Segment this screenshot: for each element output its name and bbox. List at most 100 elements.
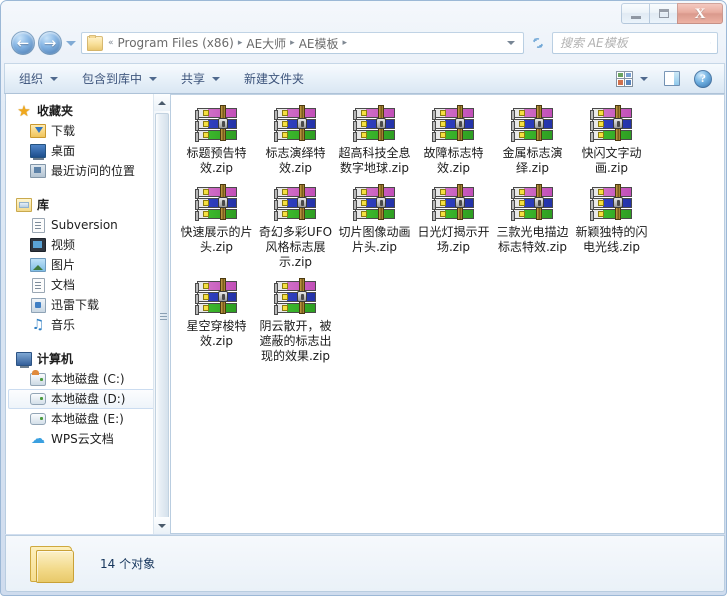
change-view-button[interactable]: [612, 67, 652, 90]
picture-icon: [30, 257, 46, 273]
winrar-archive-icon: [194, 278, 239, 316]
toolbar-organize-button[interactable]: 组织: [9, 67, 68, 90]
computer-icon: [16, 351, 32, 368]
file-list-pane[interactable]: 标题预告特效.zip 标志演绎特效.zip 超高科技全息数字地球.zip 故障标…: [171, 94, 725, 534]
winrar-archive-icon: [352, 105, 397, 143]
forward-button[interactable]: →: [38, 31, 62, 55]
sidebar-item-libraries[interactable]: 库: [6, 195, 170, 215]
address-path-box[interactable]: « Program Files (x86) ▸ AE大师 ▸ AE模板 ▸: [81, 32, 524, 54]
system-drive-icon: [30, 369, 46, 387]
path-overflow-chevrons[interactable]: «: [107, 38, 115, 48]
xunlei-icon: [30, 297, 46, 313]
sidebar-item-favorites[interactable]: ★ 收藏夹: [6, 101, 170, 121]
file-item[interactable]: 切片图像动画片头.zip: [337, 184, 412, 270]
minimize-icon: [630, 13, 641, 19]
downloads-folder-icon: [30, 123, 46, 139]
address-dropdown-icon[interactable]: [507, 41, 515, 45]
sidebar-item-videos[interactable]: 视频: [6, 235, 170, 255]
file-item[interactable]: 奇幻多彩UFO风格标志展示.zip: [258, 184, 333, 270]
chevron-down-icon: [158, 523, 166, 528]
sidebar-item-documents[interactable]: 文档: [6, 275, 170, 295]
toolbar-include-in-library-label: 包含到库中: [82, 72, 143, 86]
maximize-button[interactable]: [649, 3, 678, 24]
toolbar-share-button[interactable]: 共享: [171, 67, 230, 90]
file-item[interactable]: 星空穿梭特效.zip: [179, 278, 254, 364]
file-item[interactable]: 金属标志演绎.zip: [495, 105, 570, 176]
chevron-down-icon: [149, 76, 158, 81]
file-item[interactable]: 日光灯揭示开场.zip: [416, 184, 491, 270]
winrar-archive-icon: [510, 184, 555, 222]
document-icon: [30, 277, 46, 293]
winrar-archive-icon: [431, 184, 476, 222]
file-name-label: 阴云散开，被遮蔽的标志出现的效果.zip: [259, 319, 332, 363]
sidebar-label-recent-places: 最近访问的位置: [51, 164, 136, 178]
search-input[interactable]: [553, 35, 710, 51]
sidebar-item-wps-cloud[interactable]: ☁ WPS云文档: [6, 429, 170, 449]
sidebar-item-drive-e[interactable]: 本地磁盘 (E:): [6, 409, 170, 429]
file-item[interactable]: 快速展示的片头.zip: [179, 184, 254, 270]
sidebar-item-subversion[interactable]: Subversion: [6, 215, 170, 235]
sidebar-item-downloads[interactable]: 下载: [6, 121, 170, 141]
document-icon: [30, 217, 46, 233]
sidebar-label-music: 音乐: [51, 318, 76, 332]
music-icon: ♫: [31, 317, 45, 333]
sidebar-label-favorites: 收藏夹: [37, 104, 74, 118]
breadcrumb-item-0[interactable]: Program Files (x86): [115, 36, 237, 50]
scroll-down-button[interactable]: [154, 517, 170, 534]
sidebar-label-documents: 文档: [51, 278, 76, 292]
navigation-scrollbar[interactable]: [153, 94, 170, 534]
chevron-down-icon[interactable]: [640, 76, 648, 81]
file-name-label: 标志演绎特效.zip: [265, 146, 326, 175]
file-item[interactable]: 故障标志特效.zip: [416, 105, 491, 176]
maximize-icon: [658, 9, 669, 18]
preview-pane-button[interactable]: [656, 67, 688, 90]
window-controls: X: [621, 3, 723, 24]
file-name-label: 奇幻多彩UFO风格标志展示.zip: [258, 225, 333, 269]
search-box[interactable]: [552, 32, 718, 54]
sidebar-item-drive-c[interactable]: 本地磁盘 (C:): [6, 369, 170, 389]
toolbar-new-folder-button[interactable]: 新建文件夹: [234, 67, 314, 90]
nav-group-libraries: 库 Subversion 视频 图片 文档 迅雷下载 ♫ 音乐: [6, 195, 170, 335]
toolbar-organize-label: 组织: [19, 72, 44, 86]
sidebar-label-drive-e: 本地磁盘 (E:): [51, 412, 124, 426]
help-button[interactable]: ?: [692, 67, 714, 90]
toolbar-share-label: 共享: [181, 72, 206, 86]
sidebar-item-computer[interactable]: 计算机: [6, 349, 170, 369]
sidebar-label-desktop: 桌面: [51, 144, 76, 158]
sidebar-item-xunlei-downloads[interactable]: 迅雷下载: [6, 295, 170, 315]
refresh-button[interactable]: [526, 32, 549, 54]
sidebar-label-drive-d: 本地磁盘 (D:): [51, 392, 126, 406]
file-item[interactable]: 阴云散开，被遮蔽的标志出现的效果.zip: [258, 278, 333, 364]
breadcrumb-item-1[interactable]: AE大师: [243, 35, 289, 52]
chevron-down-icon: [50, 76, 59, 81]
toolbar-include-in-library-button[interactable]: 包含到库中: [72, 67, 167, 90]
sidebar-item-desktop[interactable]: 桌面: [6, 141, 170, 161]
sidebar-item-pictures[interactable]: 图片: [6, 255, 170, 275]
breadcrumb-separator-2[interactable]: ▸: [342, 38, 349, 48]
minimize-button[interactable]: [621, 3, 650, 24]
file-item[interactable]: 标题预告特效.zip: [179, 105, 254, 176]
file-item[interactable]: 新颖独特的闪电光线.zip: [574, 184, 649, 270]
file-name-label: 标题预告特效.zip: [186, 146, 247, 175]
sidebar-label-pictures: 图片: [51, 258, 76, 272]
breadcrumb-item-2[interactable]: AE模板: [296, 35, 342, 52]
close-button[interactable]: X: [677, 3, 723, 24]
file-item[interactable]: 标志演绎特效.zip: [258, 105, 333, 176]
sidebar-item-music[interactable]: ♫ 音乐: [6, 315, 170, 335]
back-button[interactable]: ←: [11, 31, 35, 55]
drive-icon: [30, 391, 46, 407]
sidebar-item-drive-d[interactable]: 本地磁盘 (D:): [8, 389, 166, 409]
file-name-label: 新颖独特的闪电光线.zip: [575, 225, 648, 254]
file-item[interactable]: 超高科技全息数字地球.zip: [337, 105, 412, 176]
sidebar-label-computer: 计算机: [37, 352, 74, 366]
file-item[interactable]: 快闪文字动画.zip: [574, 105, 649, 176]
scroll-up-button[interactable]: [154, 94, 170, 111]
folder-icon: [30, 544, 76, 584]
file-item[interactable]: 三款光电描边标志特效.zip: [495, 184, 570, 270]
file-grid: 标题预告特效.zip 标志演绎特效.zip 超高科技全息数字地球.zip 故障标…: [171, 95, 724, 372]
navigation-tree: ★ 收藏夹 下载 桌面 最近访问的位置 库 Subversion 视频 图片 文…: [6, 94, 170, 449]
recent-pages-dropdown-icon[interactable]: [66, 41, 76, 46]
scrollbar-thumb[interactable]: [155, 113, 169, 521]
sidebar-item-recent-places[interactable]: 最近访问的位置: [6, 161, 170, 181]
